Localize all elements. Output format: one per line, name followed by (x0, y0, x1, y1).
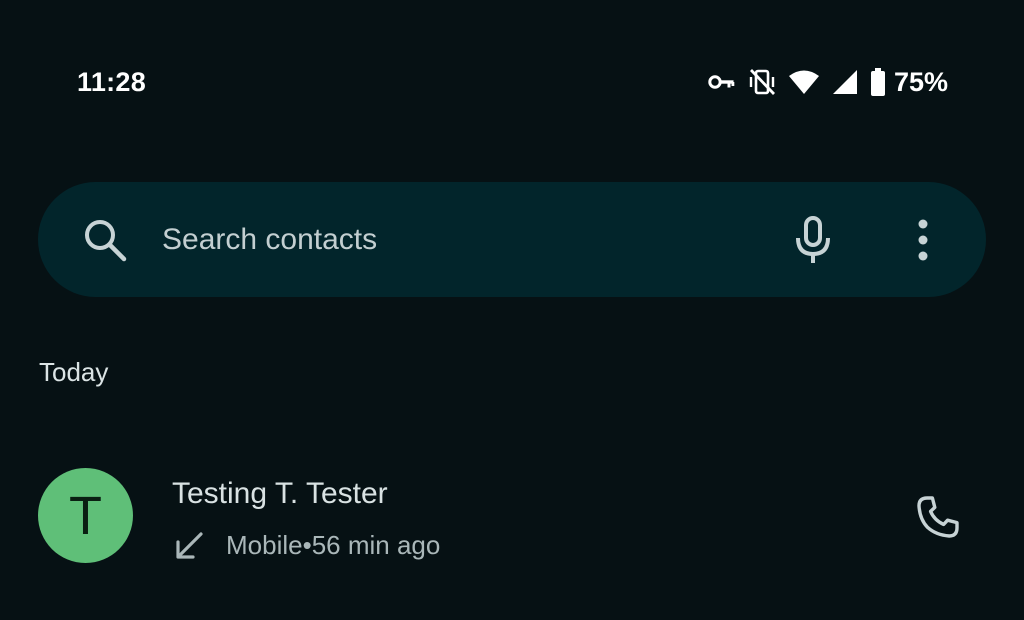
call-log-entry[interactable]: T Testing T. Tester Mobile • 56 min ago (0, 455, 1024, 580)
search-input[interactable] (162, 218, 762, 262)
wifi-icon (788, 69, 820, 95)
incoming-call-arrow-icon (174, 531, 204, 561)
status-icons: 75% (708, 66, 948, 98)
vpn-key-icon (708, 71, 736, 93)
call-details: Mobile • 56 min ago (174, 530, 440, 561)
search-bar[interactable] (38, 182, 986, 297)
cellular-signal-icon (832, 69, 858, 95)
avatar[interactable]: T (38, 468, 133, 563)
search-icon[interactable] (82, 217, 128, 263)
section-header-today: Today (39, 357, 109, 387)
contact-name: Testing T. Tester (172, 477, 388, 510)
call-time-ago: 56 min ago (311, 530, 441, 560)
mic-icon[interactable] (794, 216, 832, 264)
phone-icon (914, 493, 962, 546)
battery-icon (870, 68, 886, 96)
status-clock: 11:28 (77, 67, 147, 97)
call-button[interactable] (912, 493, 964, 545)
battery-percent: 75% (893, 66, 948, 97)
call-type-label: Mobile (226, 530, 303, 560)
more-vert-icon[interactable] (913, 218, 933, 262)
vibrate-off-icon (748, 67, 776, 97)
status-bar: 11:28 75% (0, 0, 1024, 160)
separator-dot: • (302, 530, 312, 560)
